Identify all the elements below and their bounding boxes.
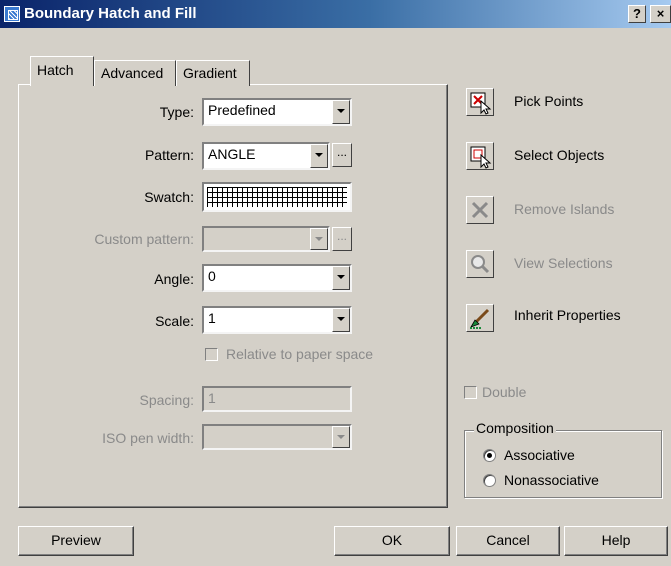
custom-pattern-label: Custom pattern: bbox=[94, 231, 194, 247]
select-objects-label[interactable]: Select Objects bbox=[514, 147, 604, 163]
iso-pen-width-combobox[interactable] bbox=[202, 424, 352, 450]
associative-radio[interactable] bbox=[483, 449, 496, 462]
relative-to-paper-checkbox[interactable] bbox=[205, 348, 218, 361]
view-selections-label[interactable]: View Selections bbox=[514, 255, 613, 271]
angle-label: Angle: bbox=[154, 271, 194, 287]
relative-to-paper-label: Relative to paper space bbox=[226, 346, 374, 362]
remove-islands-label[interactable]: Remove Islands bbox=[514, 201, 614, 217]
window-title: Boundary Hatch and Fill bbox=[24, 5, 197, 22]
inherit-properties-label[interactable]: Inherit Properties bbox=[514, 307, 621, 323]
scale-value: 1 bbox=[208, 310, 216, 326]
chevron-down-icon[interactable] bbox=[332, 426, 350, 448]
swatch-label: Swatch: bbox=[144, 189, 194, 205]
select-objects-icon bbox=[470, 146, 492, 169]
remove-islands-button[interactable] bbox=[466, 196, 494, 224]
tab-gradient[interactable]: Gradient bbox=[176, 60, 250, 86]
pick-points-icon bbox=[470, 92, 492, 115]
chevron-down-icon[interactable] bbox=[310, 144, 328, 168]
pick-points-label[interactable]: Pick Points bbox=[514, 93, 583, 109]
select-objects-button[interactable] bbox=[466, 142, 494, 170]
pattern-combobox[interactable]: ANGLE bbox=[202, 142, 330, 170]
cancel-button[interactable]: Cancel bbox=[456, 526, 560, 556]
close-caption-button[interactable]: × bbox=[650, 5, 671, 23]
tab-hatch[interactable]: Hatch bbox=[30, 56, 94, 86]
scale-combobox[interactable]: 1 bbox=[202, 306, 352, 334]
nonassociative-label[interactable]: Nonassociative bbox=[504, 472, 599, 488]
tab-advanced[interactable]: Advanced bbox=[94, 60, 176, 86]
type-value: Predefined bbox=[208, 102, 276, 118]
pattern-browse-button[interactable]: ... bbox=[332, 143, 352, 167]
app-hatch-icon bbox=[4, 6, 20, 22]
angle-value: 0 bbox=[208, 268, 216, 284]
pick-points-button[interactable] bbox=[466, 88, 494, 116]
angle-combobox[interactable]: 0 bbox=[202, 264, 352, 292]
scale-label: Scale: bbox=[155, 313, 194, 329]
associative-label[interactable]: Associative bbox=[504, 447, 575, 463]
type-label: Type: bbox=[159, 104, 194, 120]
help-button[interactable]: Help bbox=[564, 526, 668, 556]
spacing-field[interactable]: 1 bbox=[202, 386, 352, 412]
hatch-swatch-pattern bbox=[207, 187, 347, 207]
swatch-preview[interactable] bbox=[202, 182, 352, 212]
ok-button[interactable]: OK bbox=[334, 526, 450, 556]
custom-pattern-combobox[interactable] bbox=[202, 226, 330, 252]
preview-button[interactable]: Preview bbox=[18, 526, 134, 556]
pattern-label: Pattern: bbox=[144, 147, 194, 163]
view-selections-button[interactable] bbox=[466, 250, 494, 278]
inherit-properties-button[interactable] bbox=[466, 304, 494, 332]
composition-title: Composition bbox=[474, 420, 556, 436]
chevron-down-icon[interactable] bbox=[310, 228, 328, 250]
nonassociative-radio[interactable] bbox=[483, 474, 496, 487]
help-caption-button[interactable]: ? bbox=[628, 5, 646, 23]
spacing-value: 1 bbox=[208, 390, 216, 406]
magnifier-icon bbox=[471, 255, 490, 274]
type-combobox[interactable]: Predefined bbox=[202, 98, 352, 126]
iso-pen-width-label: ISO pen width: bbox=[102, 430, 194, 446]
spacing-label: Spacing: bbox=[139, 392, 194, 408]
pattern-value: ANGLE bbox=[208, 146, 256, 162]
chevron-down-icon[interactable] bbox=[332, 100, 350, 124]
double-label: Double bbox=[482, 384, 527, 400]
double-checkbox[interactable] bbox=[464, 386, 477, 399]
chevron-down-icon[interactable] bbox=[332, 266, 350, 290]
remove-islands-icon bbox=[471, 201, 489, 219]
chevron-down-icon[interactable] bbox=[332, 308, 350, 332]
inherit-brush-icon bbox=[470, 308, 490, 329]
custom-pattern-browse-button[interactable]: ... bbox=[332, 227, 352, 251]
